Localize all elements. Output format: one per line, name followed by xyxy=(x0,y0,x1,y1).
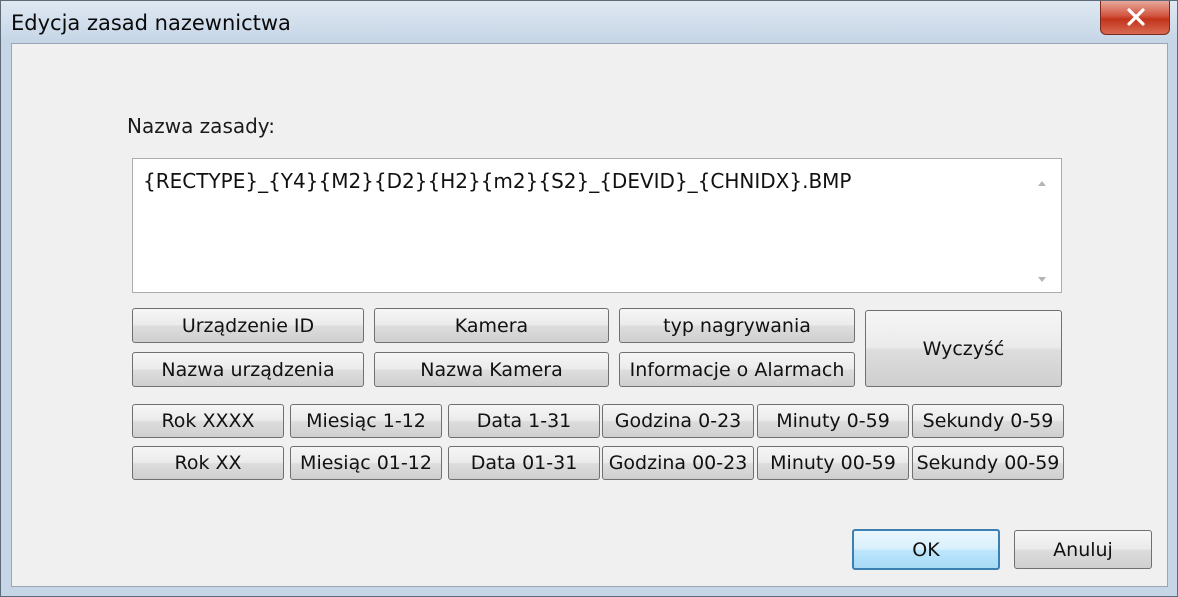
cancel-button[interactable]: Anuluj xyxy=(1014,530,1152,569)
year-4-button[interactable]: Rok XXXX xyxy=(132,404,284,438)
rule-name-value: {RECTYPE}_{Y4}{M2}{D2}{H2}{m2}{S2}_{DEVI… xyxy=(143,169,852,193)
month-01-12-button[interactable]: Miesiąc 01-12 xyxy=(290,446,442,480)
camera-name-button[interactable]: Nazwa Kamera xyxy=(374,352,609,387)
rule-name-label: Nazwa zasady: xyxy=(127,114,275,138)
camera-button[interactable]: Kamera xyxy=(374,308,609,343)
second-0-59-button[interactable]: Sekundy 0-59 xyxy=(912,404,1064,438)
clear-button[interactable]: Wyczyść xyxy=(865,310,1062,387)
hour-0-23-button[interactable]: Godzina 0-23 xyxy=(602,404,754,438)
record-type-button[interactable]: typ nagrywania xyxy=(619,308,855,343)
naming-rule-dialog: Edycja zasad nazewnictwa Nazwa zasady: {… xyxy=(0,0,1178,597)
title-bar[interactable]: Edycja zasad nazewnictwa xyxy=(1,1,1177,43)
minute-0-59-button[interactable]: Minuty 0-59 xyxy=(757,404,909,438)
scroll-up-arrow-icon[interactable] xyxy=(1038,181,1046,186)
day-01-31-button[interactable]: Data 01-31 xyxy=(448,446,600,480)
device-id-button[interactable]: Urządzenie ID xyxy=(132,308,364,343)
minute-00-59-button[interactable]: Minuty 00-59 xyxy=(757,446,909,480)
scroll-down-arrow-icon[interactable] xyxy=(1038,277,1046,282)
dialog-content: Nazwa zasady: {RECTYPE}_{Y4}{M2}{D2}{H2}… xyxy=(11,43,1168,587)
close-icon xyxy=(1127,8,1145,26)
day-1-31-button[interactable]: Data 1-31 xyxy=(448,404,600,438)
close-button[interactable] xyxy=(1100,1,1170,35)
window-title: Edycja zasad nazewnictwa xyxy=(11,11,291,35)
year-2-button[interactable]: Rok XX xyxy=(132,446,284,480)
rule-name-textarea[interactable]: {RECTYPE}_{Y4}{M2}{D2}{H2}{m2}{S2}_{DEVI… xyxy=(132,158,1062,293)
ok-button[interactable]: OK xyxy=(852,529,1000,570)
alarm-info-button[interactable]: Informacje o Alarmach xyxy=(619,352,855,387)
month-1-12-button[interactable]: Miesiąc 1-12 xyxy=(290,404,442,438)
hour-00-23-button[interactable]: Godzina 00-23 xyxy=(602,446,754,480)
device-name-button[interactable]: Nazwa urządzenia xyxy=(132,352,364,387)
second-00-59-button[interactable]: Sekundy 00-59 xyxy=(912,446,1064,480)
